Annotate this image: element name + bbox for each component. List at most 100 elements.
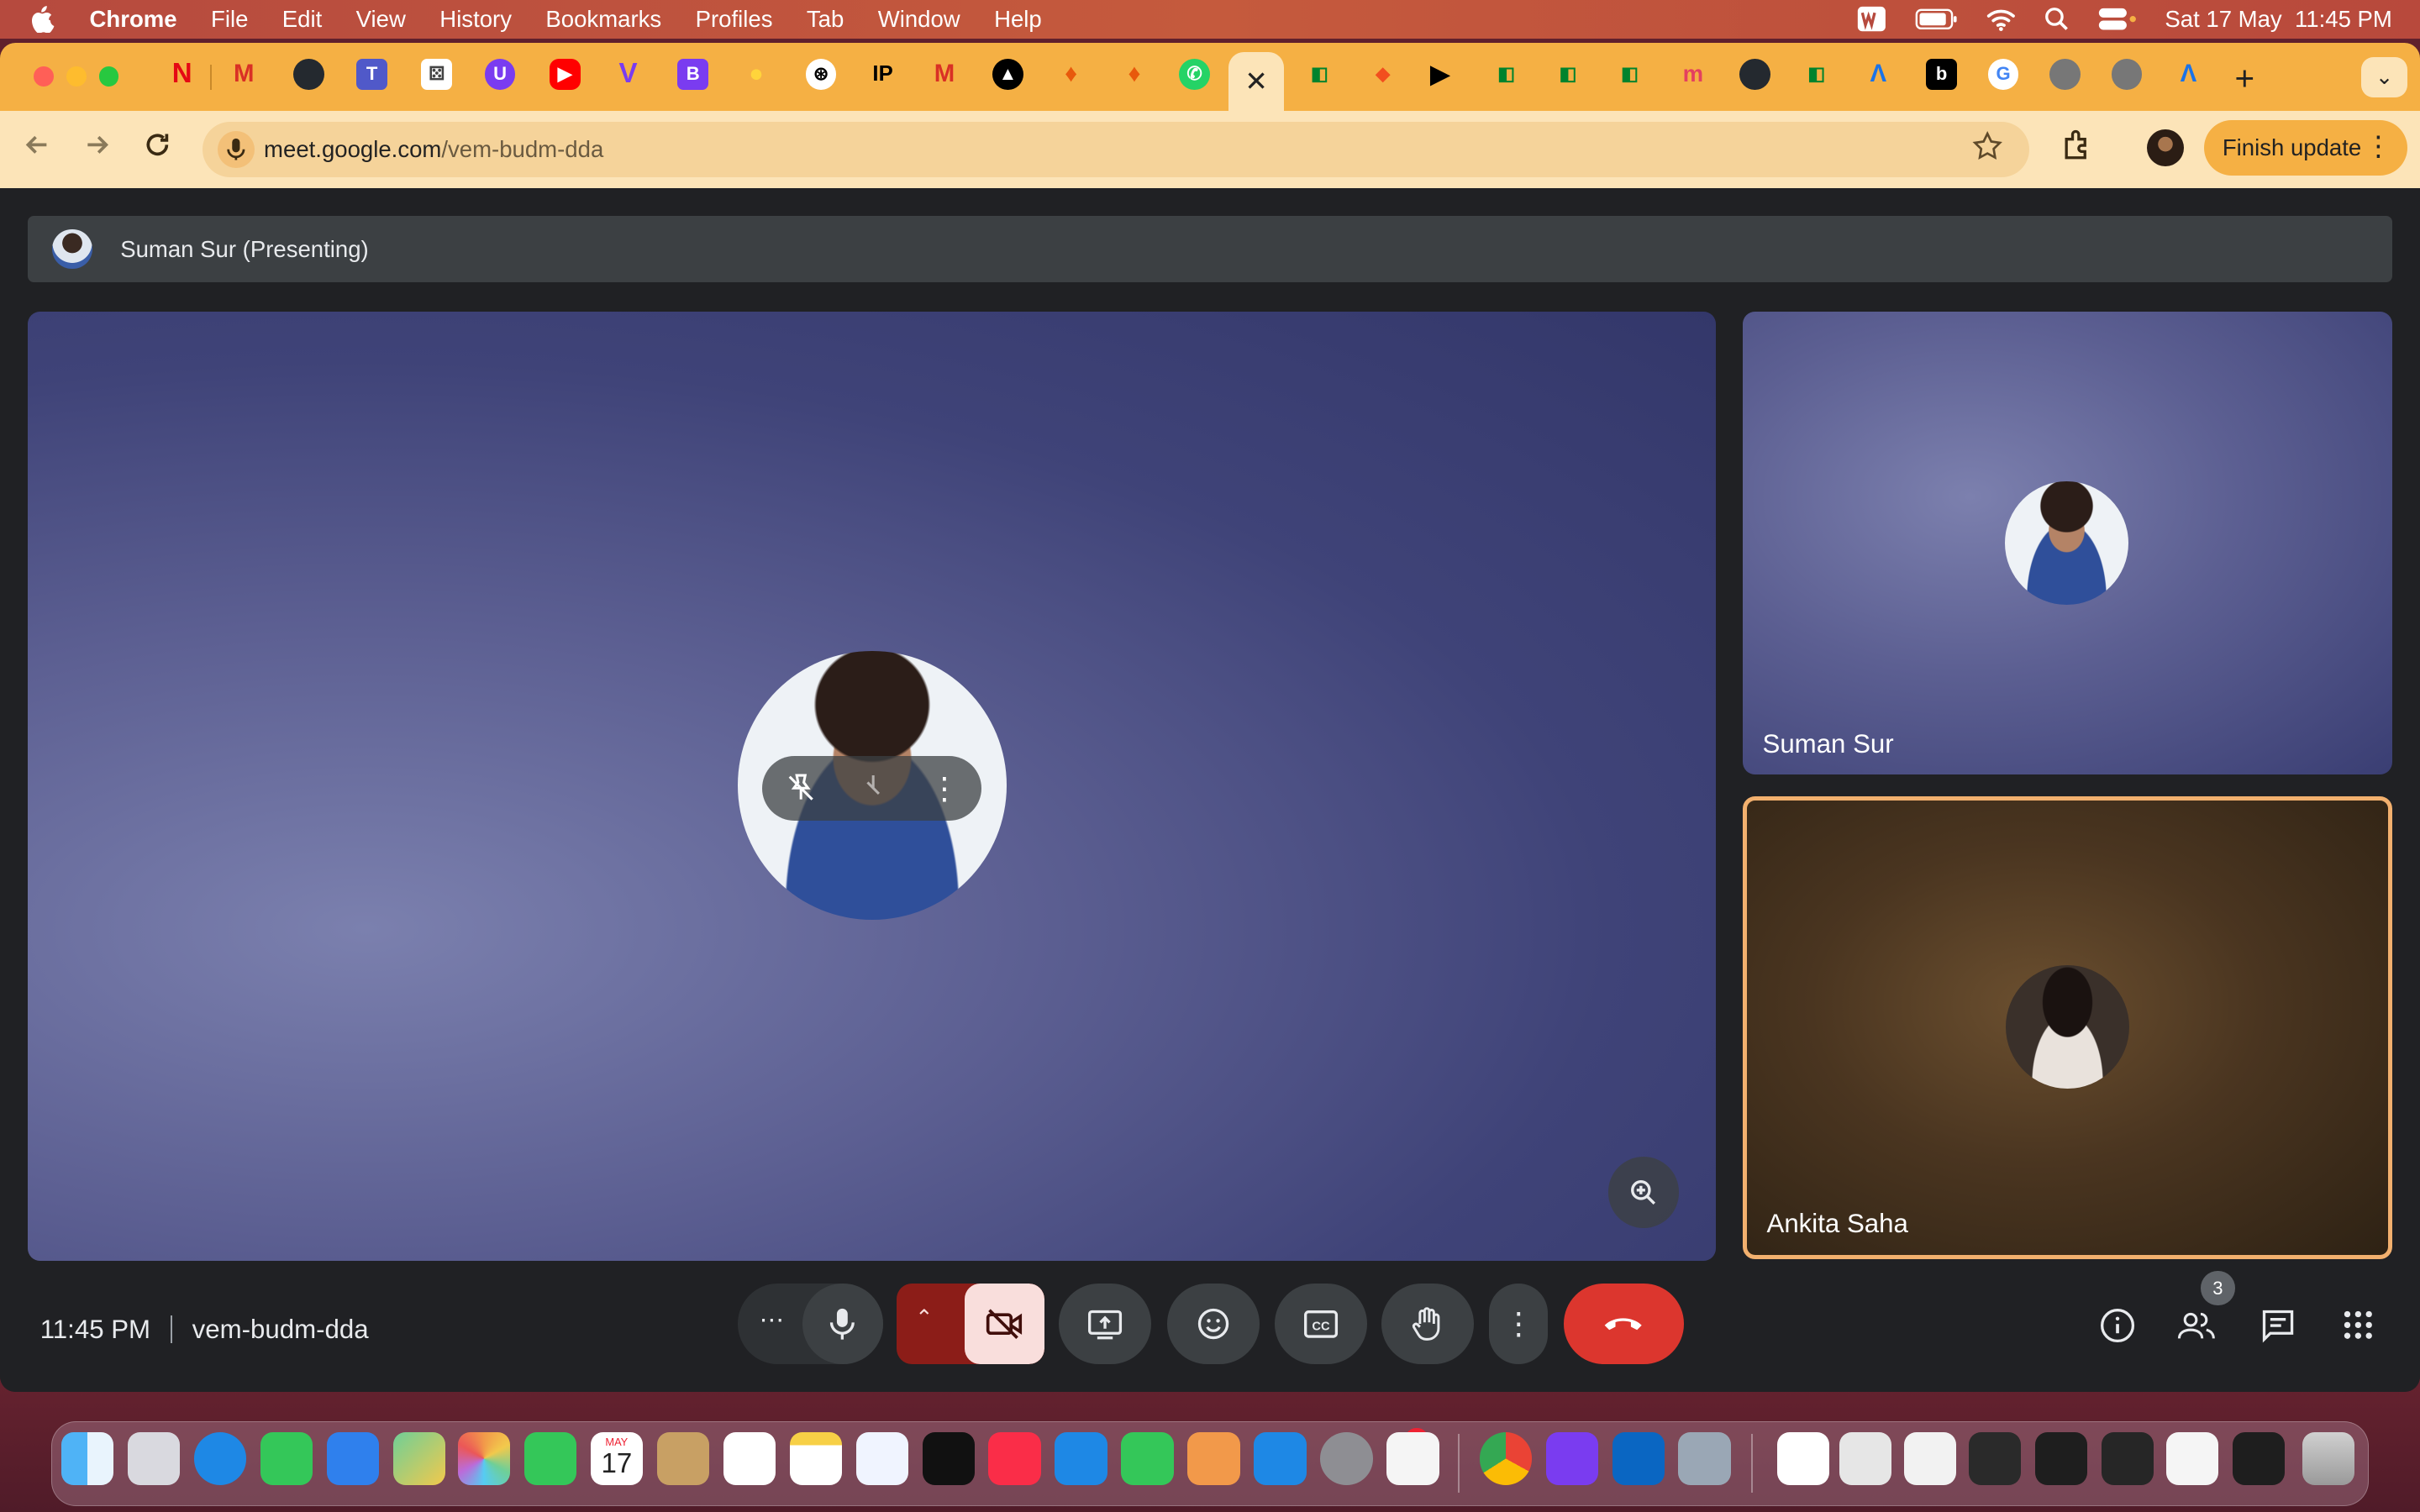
tab-search-button[interactable]: ⌄ (2361, 56, 2408, 97)
wps-office-icon[interactable] (1545, 1432, 1598, 1485)
bookmark-star-icon[interactable] (1970, 129, 2004, 163)
tab-github-icon[interactable] (292, 58, 324, 90)
finder-icon[interactable] (60, 1432, 114, 1485)
facetime-icon[interactable] (523, 1432, 577, 1485)
minimize-window-button[interactable] (66, 66, 87, 87)
reminders-icon[interactable] (723, 1432, 776, 1485)
menu-app-name[interactable]: Chrome (90, 6, 177, 33)
url-text[interactable]: meet.google.com/vem-budm-dda (264, 136, 603, 163)
back-icon[interactable] (22, 129, 53, 160)
menu-file[interactable]: File (211, 6, 248, 33)
microphone-button[interactable] (802, 1284, 883, 1364)
menu-history[interactable]: History (439, 6, 512, 33)
more-options-button[interactable]: ⋮ (1489, 1284, 1549, 1364)
new-tab-button[interactable]: + (2235, 59, 2255, 98)
safari-icon[interactable] (193, 1432, 247, 1485)
battery-icon[interactable] (1915, 8, 1958, 30)
menu-edit[interactable]: Edit (282, 6, 322, 33)
notes-icon[interactable] (789, 1432, 842, 1485)
extensions-icon[interactable] (2059, 127, 2096, 164)
trash-icon[interactable] (2302, 1432, 2354, 1485)
preview-icon[interactable] (1678, 1432, 1731, 1485)
pages-icon[interactable] (1187, 1432, 1240, 1485)
more-options-icon[interactable]: ⋮ (929, 770, 960, 806)
minimized-window-thumbnail[interactable] (2034, 1432, 2088, 1485)
tab-meet-icon-5[interactable]: ◧ (1801, 59, 1832, 90)
chrome-icon[interactable] (1479, 1432, 1532, 1485)
app-store-icon[interactable] (1254, 1432, 1307, 1485)
minimized-window-thumbnail[interactable] (1903, 1432, 1957, 1485)
participant-tile-active-speaker[interactable]: Ankita Saha (1742, 795, 2392, 1259)
keynote-icon[interactable] (1055, 1432, 1107, 1485)
tab-ip-icon[interactable]: IP (867, 59, 898, 90)
chat-button[interactable] (2258, 1305, 2298, 1346)
minimized-window-thumbnail[interactable] (2232, 1432, 2286, 1485)
minimized-window-thumbnail[interactable] (2101, 1432, 2154, 1485)
close-window-button[interactable] (34, 66, 55, 87)
tab-gmail-icon-2[interactable]: M (929, 59, 960, 90)
freeform-icon[interactable] (855, 1432, 908, 1485)
people-button[interactable] (2176, 1305, 2217, 1346)
minimized-window-thumbnail[interactable] (1777, 1432, 1830, 1485)
tab-play-icon[interactable]: ▶ (1424, 59, 1455, 90)
tab-figma-icon[interactable]: ◆ (1367, 59, 1398, 90)
spotlight-search-icon[interactable] (2044, 7, 2069, 31)
leave-call-button[interactable] (1563, 1284, 1684, 1364)
tab-chat-icon[interactable]: ✆ (1179, 58, 1210, 90)
minimized-window-thumbnail[interactable] (1839, 1432, 1891, 1485)
tab-flame-icon[interactable]: ♦ (1055, 59, 1086, 90)
menubar-datetime[interactable]: Sat 17 May 11:45 PM (2165, 6, 2392, 33)
calendar-icon[interactable]: MAY 17 (590, 1432, 644, 1485)
tab-chatgpt-icon[interactable]: ⊛ (805, 58, 837, 90)
tab-gmail-icon[interactable]: M (229, 59, 260, 90)
captions-button[interactable]: CC (1275, 1284, 1368, 1364)
finish-update-button[interactable]: Finish update ⋮ (2203, 120, 2408, 176)
tab-meet-icon-2[interactable]: ◧ (1491, 59, 1522, 90)
tab-v-icon[interactable]: V (613, 58, 644, 90)
minimized-window-thumbnail[interactable] (2165, 1432, 2219, 1485)
microphone-in-use-icon[interactable] (217, 131, 255, 169)
mail-icon[interactable] (326, 1432, 379, 1485)
tab-github-icon-2[interactable] (1739, 58, 1770, 90)
video-options-chevron-icon[interactable]: ⌃ (915, 1305, 934, 1331)
menu-tab[interactable]: Tab (807, 6, 844, 33)
menu-window[interactable]: Window (878, 6, 960, 33)
music-icon[interactable] (988, 1432, 1041, 1485)
meeting-details-button[interactable] (2097, 1305, 2138, 1346)
zoom-window-button[interactable] (98, 66, 119, 87)
textedit-icon[interactable] (1386, 1432, 1439, 1485)
active-tab-close-icon[interactable]: ✕ (1228, 52, 1285, 112)
tab-a-icon-2[interactable]: Λ (2173, 59, 2204, 90)
maps-icon[interactable] (392, 1432, 445, 1485)
tab-globe-icon-2[interactable] (2111, 58, 2143, 90)
forward-icon[interactable] (82, 129, 113, 160)
tab-m-icon[interactable]: m (1677, 59, 1708, 90)
reload-icon[interactable] (142, 129, 173, 160)
control-center-icon[interactable] (2097, 7, 2138, 31)
menu-profiles[interactable]: Profiles (696, 6, 773, 33)
contacts-icon[interactable] (656, 1432, 710, 1485)
reactions-button[interactable] (1166, 1284, 1260, 1364)
main-stage[interactable]: ⋮ (28, 311, 1717, 1261)
tab-google-icon[interactable]: G (1987, 58, 2019, 90)
wifi-icon[interactable] (1986, 7, 2017, 32)
camera-off-button[interactable] (964, 1284, 1045, 1364)
raise-hand-button[interactable] (1381, 1284, 1475, 1364)
tab-flame-icon-2[interactable]: ♦ (1119, 59, 1150, 90)
tab-a-icon[interactable]: Λ (1863, 59, 1894, 90)
wps-icon[interactable] (1856, 5, 1887, 33)
tab-meet-icon-3[interactable]: ◧ (1553, 59, 1584, 90)
menu-bookmarks[interactable]: Bookmarks (545, 6, 661, 33)
tab-u-icon[interactable]: U (484, 58, 516, 90)
address-bar[interactable]: meet.google.com/vem-budm-dda (202, 122, 2030, 178)
photos-icon[interactable] (457, 1432, 511, 1485)
minimized-window-thumbnail[interactable] (1968, 1432, 2022, 1485)
participant-tile[interactable]: Suman Sur (1742, 311, 2392, 774)
unpin-icon[interactable] (784, 771, 818, 805)
menu-help[interactable]: Help (994, 6, 1042, 33)
apple-icon[interactable] (31, 5, 55, 34)
menu-view[interactable]: View (356, 6, 406, 33)
tab-meet-icon-4[interactable]: ◧ (1614, 59, 1645, 90)
profile-avatar[interactable] (2146, 129, 2184, 167)
tab-teams-icon[interactable]: T (356, 58, 387, 90)
